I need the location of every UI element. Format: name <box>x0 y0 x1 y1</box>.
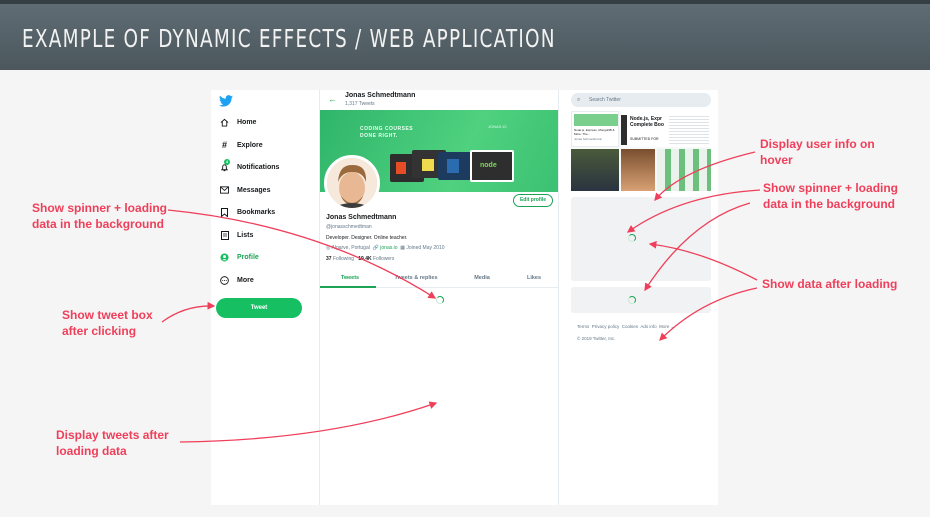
profile-column: ← Jonas Schmedtmann 1,317 Tweets CODING … <box>319 90 559 505</box>
profile-avatar[interactable] <box>324 155 380 211</box>
nav-item-home[interactable]: Home <box>219 115 256 129</box>
calendar-icon: ▦ <box>400 245 406 251</box>
tab-tweets[interactable]: Tweets <box>320 275 380 281</box>
search-icon: ⌕ <box>577 97 581 103</box>
profile-follow-stats: 37 Following 19.4K Followers <box>326 256 394 262</box>
nav-item-label: Home <box>237 118 257 126</box>
header-profile-name: Jonas Schmedtmann <box>345 92 416 99</box>
nav-item-label: Lists <box>237 231 254 239</box>
hashtag-icon: # <box>221 140 227 150</box>
nav-item-lists[interactable]: Lists <box>219 228 253 242</box>
more-icon <box>219 275 230 286</box>
preview-small-author: Jonas Schmedtmann <box>574 137 603 141</box>
annotation-spinner-right: Show spinner + loading data in the backg… <box>763 181 899 211</box>
list-icon <box>219 230 230 241</box>
nav-item-more[interactable]: More <box>219 273 254 287</box>
footer-link-more[interactable]: More <box>659 324 669 329</box>
tweet-button[interactable]: Tweet <box>216 298 302 318</box>
nav-item-label: Bookmarks <box>237 208 276 216</box>
footer-links: Terms Privacy policy Cookies Ads info Mo… <box>577 324 674 330</box>
slide-title-bar: EXAMPLE OF DYNAMIC EFFECTS / WEB APPLICA… <box>0 0 930 70</box>
loading-card <box>571 197 711 281</box>
preview-small-title: Node.js, Express, MongoDB & More: The... <box>574 128 615 136</box>
loading-spinner <box>628 234 636 242</box>
tab-media[interactable]: Media <box>452 275 512 281</box>
chevron-down-icon: ⌄ <box>670 324 675 329</box>
notification-badge: 4 <box>224 158 230 165</box>
loaded-card <box>571 287 711 313</box>
nav-item-messages[interactable]: Messages <box>219 183 270 197</box>
annotation-data-after: Show data after loading <box>762 277 898 291</box>
home-icon <box>219 117 230 128</box>
bell-icon: 4 <box>219 158 230 173</box>
nav-item-label: Messages <box>237 186 271 194</box>
footer-link-cookies[interactable]: Cookies <box>622 324 638 329</box>
loading-spinner <box>436 296 444 304</box>
header-tweet-count: 1,317 Tweets <box>345 101 375 107</box>
hover-preview-card[interactable]: Node.js, Express, MongoDB & More: The...… <box>571 111 711 191</box>
followers-count[interactable]: 19.4K <box>358 256 371 262</box>
profile-tabs: Tweets Tweets & replies Media Likes <box>320 272 558 288</box>
annotation-spinner-left: Show spinner + loading data in the backg… <box>32 201 168 231</box>
annotation-tweet-box: Show tweet box after clicking <box>62 308 153 338</box>
active-tab-indicator <box>320 286 376 288</box>
nav-item-notifications[interactable]: 4 Notifications <box>219 158 280 174</box>
loading-spinner <box>628 296 636 304</box>
profile-meta: ◎ Algarve, Portugal 🔗 jonas.io ▦ Joined … <box>326 245 445 251</box>
profile-handle: @jonasschmedtman <box>326 224 372 230</box>
cover-headline: CODING COURSES DONE RIGHT. <box>360 126 414 139</box>
left-navigation: Home # Explore 4 Notifications Messages … <box>211 90 319 505</box>
link-icon: 🔗 <box>372 245 379 251</box>
preview-course-title: Node.js, Expr Complete Boo <box>630 116 664 128</box>
search-placeholder: Search Twitter <box>589 97 621 103</box>
footer-link-terms[interactable]: Terms <box>577 324 589 329</box>
back-arrow-icon[interactable]: ← <box>328 94 337 104</box>
tab-tweets-replies[interactable]: Tweets & replies <box>386 275 446 281</box>
nav-item-label: Profile <box>237 253 259 261</box>
nav-item-profile[interactable]: Profile <box>219 250 259 264</box>
nav-item-bookmarks[interactable]: Bookmarks <box>219 205 275 219</box>
tab-likes[interactable]: Likes <box>504 275 564 281</box>
right-sidebar: ⌕ Search Twitter Node.js, Express, Mongo… <box>559 90 718 505</box>
followers-label: Followers <box>372 256 395 262</box>
profile-joined: Joined May 2010 <box>406 245 445 251</box>
bookmark-icon <box>219 207 230 218</box>
profile-location: Algarve, Portugal <box>331 245 370 251</box>
footer-link-privacy[interactable]: Privacy policy <box>592 324 620 329</box>
nav-item-label: More <box>237 276 254 284</box>
envelope-icon <box>219 185 230 196</box>
footer-link-ads[interactable]: Ads info <box>640 324 656 329</box>
footer-copyright: © 2019 Twitter, Inc. <box>577 336 616 341</box>
twitter-logo-icon[interactable] <box>219 95 233 107</box>
profile-name: Jonas Schmedtmann <box>326 214 397 221</box>
annotation-display-tweets: Display tweets after loading data <box>56 428 169 458</box>
following-count[interactable]: 37 <box>326 256 332 262</box>
nav-item-explore[interactable]: # Explore <box>219 138 263 152</box>
nav-item-label: Notifications <box>237 163 280 171</box>
nav-item-label: Explore <box>237 141 263 149</box>
edit-profile-button[interactable]: Edit profile <box>513 194 553 207</box>
cover-brand: JONAS.IO <box>488 124 507 129</box>
twitter-app-screenshot: Home # Explore 4 Notifications Messages … <box>211 90 718 505</box>
node-thumbnail-label: node <box>480 162 497 169</box>
location-icon: ◎ <box>326 245 331 251</box>
profile-bio: Developer. Designer. Online teacher. <box>326 235 408 241</box>
profile-website[interactable]: jonas.io <box>380 245 397 251</box>
slide-title: EXAMPLE OF DYNAMIC EFFECTS / WEB APPLICA… <box>22 24 556 53</box>
following-label: Following <box>332 256 355 262</box>
annotation-user-info: Display user info on hover <box>760 137 875 167</box>
course-thumbnail: node <box>470 150 514 182</box>
course-thumbnail <box>438 152 472 180</box>
search-input[interactable]: ⌕ Search Twitter <box>571 93 711 107</box>
profile-icon <box>219 252 230 263</box>
preview-course-sub: SUBMITTED FOR <box>630 137 659 141</box>
